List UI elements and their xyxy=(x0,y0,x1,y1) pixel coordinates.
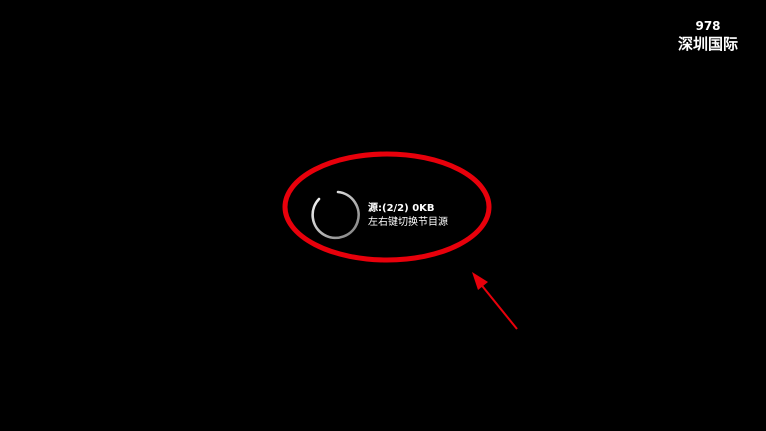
loading-panel: 源:(2/2) 0KB 左右键切换节目源 xyxy=(308,189,468,243)
annotation-arrow-head xyxy=(472,272,488,290)
tv-player-screen[interactable]: 978 深圳国际 源:(2/2) 0KB 左右键切换节目源 xyxy=(0,0,766,431)
switch-source-hint: 左右键切换节目源 xyxy=(368,217,448,228)
channel-info: 978 深圳国际 xyxy=(638,18,748,54)
annotation-arrow-shaft xyxy=(478,281,518,330)
loading-spinner-icon xyxy=(311,190,360,240)
channel-number: 978 xyxy=(695,19,721,33)
channel-name: 深圳国际 xyxy=(677,35,738,53)
source-status: 源:(2/2) 0KB xyxy=(368,203,435,214)
